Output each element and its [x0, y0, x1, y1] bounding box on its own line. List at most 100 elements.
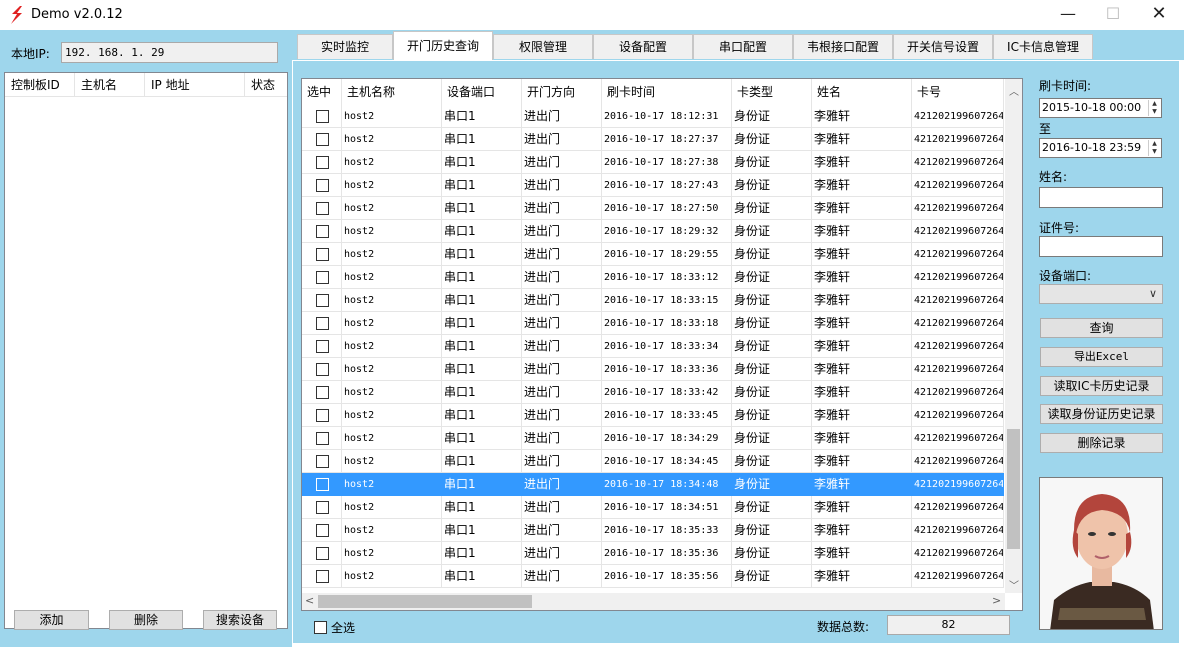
tab-ic-card-info[interactable]: IC卡信息管理 [993, 34, 1093, 59]
select-cell[interactable] [302, 312, 342, 335]
row-checkbox[interactable] [316, 317, 329, 330]
delete-device-button[interactable]: 删除 [109, 610, 183, 630]
select-cell[interactable] [302, 266, 342, 289]
scroll-up-icon[interactable]: ︿ [1009, 83, 1019, 98]
tab-wiegand-config[interactable]: 韦根接口配置 [793, 34, 893, 59]
table-row[interactable]: host2 串口1 进出门 2016-10-17 18:34:48 身份证 李雅轩 4212… [302, 473, 1004, 496]
horizontal-scrollbar[interactable]: < > [302, 593, 1005, 610]
select-cell[interactable] [302, 473, 342, 496]
device-port-select[interactable]: ∨ [1039, 284, 1163, 304]
table-row[interactable]: host2 串口1 进出门 2016-10-17 18:33:18 身份证 李雅轩 4212… [302, 312, 1004, 335]
row-checkbox[interactable] [316, 225, 329, 238]
row-checkbox[interactable] [316, 110, 329, 123]
row-checkbox[interactable] [316, 156, 329, 169]
row-checkbox[interactable] [316, 455, 329, 468]
row-checkbox[interactable] [316, 570, 329, 583]
table-row[interactable]: host2 串口1 进出门 2016-10-17 18:12:31 身份证 李雅轩 4212… [302, 105, 1004, 128]
col-status[interactable]: 状态 [245, 73, 287, 96]
table-row[interactable]: host2 串口1 进出门 2016-10-17 18:29:32 身份证 李雅轩 4212… [302, 220, 1004, 243]
tab-switch-signal[interactable]: 开关信号设置 [893, 34, 993, 59]
table-row[interactable]: host2 串口1 进出门 2016-10-17 18:34:29 身份证 李雅轩 4212… [302, 427, 1004, 450]
row-checkbox[interactable] [316, 524, 329, 537]
select-cell[interactable] [302, 565, 342, 588]
select-cell[interactable] [302, 496, 342, 519]
row-checkbox[interactable] [316, 363, 329, 376]
tab-permissions[interactable]: 权限管理 [493, 34, 593, 59]
table-row[interactable]: host2 串口1 进出门 2016-10-17 18:34:45 身份证 李雅轩 4212… [302, 450, 1004, 473]
select-cell[interactable] [302, 519, 342, 542]
col-card-type[interactable]: 卡类型 [732, 79, 812, 105]
col-ip-address[interactable]: IP 地址 [145, 73, 245, 96]
read-ic-history-button[interactable]: 读取IC卡历史记录 [1040, 376, 1163, 396]
row-checkbox[interactable] [316, 501, 329, 514]
table-row[interactable]: host2 串口1 进出门 2016-10-17 18:35:56 身份证 李雅轩 4212… [302, 565, 1004, 588]
col-device-port[interactable]: 设备端口 [442, 79, 522, 105]
search-device-button[interactable]: 搜索设备 [203, 610, 277, 630]
select-cell[interactable] [302, 105, 342, 128]
col-name[interactable]: 姓名 [812, 79, 912, 105]
tab-realtime-monitor[interactable]: 实时监控 [297, 34, 393, 59]
read-id-history-button[interactable]: 读取身份证历史记录 [1040, 404, 1163, 424]
table-row[interactable]: host2 串口1 进出门 2016-10-17 18:35:36 身份证 李雅轩 4212… [302, 542, 1004, 565]
table-row[interactable]: host2 串口1 进出门 2016-10-17 18:33:36 身份证 李雅轩 4212… [302, 358, 1004, 381]
row-checkbox[interactable] [316, 179, 329, 192]
col-host-name[interactable]: 主机名 [75, 73, 145, 96]
col-swipe-time[interactable]: 刷卡时间 [602, 79, 732, 105]
table-row[interactable]: host2 串口1 进出门 2016-10-17 18:27:38 身份证 李雅轩 4212… [302, 151, 1004, 174]
col-board-id[interactable]: 控制板ID [5, 73, 75, 96]
table-row[interactable]: host2 串口1 进出门 2016-10-17 18:33:34 身份证 李雅轩 4212… [302, 335, 1004, 358]
spinner-icon[interactable]: ▲ ▼ [1148, 140, 1160, 156]
select-cell[interactable] [302, 243, 342, 266]
query-button[interactable]: 查询 [1040, 318, 1163, 338]
col-host-name[interactable]: 主机名称 [342, 79, 442, 105]
tab-serial-config[interactable]: 串口配置 [693, 34, 793, 59]
table-row[interactable]: host2 串口1 进出门 2016-10-17 18:29:55 身份证 李雅轩 4212… [302, 243, 1004, 266]
row-checkbox[interactable] [316, 340, 329, 353]
local-ip-field[interactable]: 192. 168. 1. 29 [61, 42, 278, 63]
device-list[interactable]: 控制板ID 主机名 IP 地址 状态 [4, 72, 288, 629]
row-checkbox[interactable] [316, 432, 329, 445]
spinner-icon[interactable]: ▲ ▼ [1148, 100, 1160, 116]
history-table[interactable]: 选中 主机名称 设备端口 开门方向 刷卡时间 卡类型 姓名 卡号 host2 串口1 进出门 201… [301, 78, 1023, 611]
table-row[interactable]: host2 串口1 进出门 2016-10-17 18:33:45 身份证 李雅轩 4212… [302, 404, 1004, 427]
table-row[interactable]: host2 串口1 进出门 2016-10-17 18:35:33 身份证 李雅轩 4212… [302, 519, 1004, 542]
select-cell[interactable] [302, 358, 342, 381]
minimize-button[interactable]: — [1045, 0, 1091, 30]
col-select[interactable]: 选中 [302, 79, 342, 105]
add-button[interactable]: 添加 [14, 610, 89, 630]
table-row[interactable]: host2 串口1 进出门 2016-10-17 18:27:50 身份证 李雅轩 4212… [302, 197, 1004, 220]
select-cell[interactable] [302, 220, 342, 243]
delete-records-button[interactable]: 删除记录 [1040, 433, 1163, 453]
tab-door-history[interactable]: 开门历史查询 [393, 31, 493, 60]
select-cell[interactable] [302, 335, 342, 358]
select-all-checkbox[interactable] [314, 621, 327, 634]
row-checkbox[interactable] [316, 202, 329, 215]
horizontal-scroll-thumb[interactable] [318, 595, 532, 608]
select-cell[interactable] [302, 151, 342, 174]
row-checkbox[interactable] [316, 271, 329, 284]
id-number-field[interactable] [1039, 236, 1163, 257]
row-checkbox[interactable] [316, 386, 329, 399]
scroll-right-icon[interactable]: > [992, 594, 1001, 607]
table-row[interactable]: host2 串口1 进出门 2016-10-17 18:33:42 身份证 李雅轩 4212… [302, 381, 1004, 404]
row-checkbox[interactable] [316, 133, 329, 146]
tab-device-config[interactable]: 设备配置 [593, 34, 693, 59]
select-cell[interactable] [302, 289, 342, 312]
select-cell[interactable] [302, 404, 342, 427]
row-checkbox[interactable] [316, 294, 329, 307]
export-excel-button[interactable]: 导出Excel [1040, 347, 1163, 367]
row-checkbox[interactable] [316, 547, 329, 560]
select-cell[interactable] [302, 427, 342, 450]
table-row[interactable]: host2 串口1 进出门 2016-10-17 18:27:43 身份证 李雅轩 4212… [302, 174, 1004, 197]
name-field[interactable] [1039, 187, 1163, 208]
col-door-direction[interactable]: 开门方向 [522, 79, 602, 105]
time-to-picker[interactable]: 2016-10-18 23:59 ▲ ▼ [1039, 138, 1162, 158]
maximize-button[interactable]: ☐ [1090, 0, 1136, 30]
scroll-left-icon[interactable]: < [305, 594, 314, 607]
time-from-picker[interactable]: 2015-10-18 00:00 ▲ ▼ [1039, 98, 1162, 118]
table-row[interactable]: host2 串口1 进出门 2016-10-17 18:33:12 身份证 李雅轩 4212… [302, 266, 1004, 289]
select-all-label[interactable]: 全选 [331, 619, 355, 636]
select-cell[interactable] [302, 174, 342, 197]
select-cell[interactable] [302, 128, 342, 151]
row-checkbox[interactable] [316, 409, 329, 422]
